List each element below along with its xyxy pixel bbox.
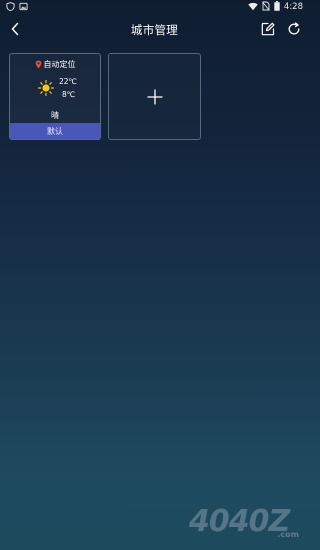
plus-icon	[146, 88, 163, 105]
notification-shield-icon	[6, 2, 15, 13]
temperature-high: 22℃	[59, 77, 77, 86]
status-bar: 4:28	[0, 0, 309, 14]
watermark-suffix: .com	[277, 530, 299, 539]
status-right-icons: 4:28	[248, 1, 303, 13]
no-sim-icon	[262, 1, 270, 13]
add-city-button[interactable]	[108, 53, 201, 140]
battery-icon	[274, 1, 280, 13]
watermark-text: 4040Z	[189, 504, 290, 539]
app-header: 城市管理	[0, 14, 309, 46]
default-label: 默认	[47, 126, 63, 136]
city-name: 自动定位	[43, 60, 76, 69]
clock-time: 4:28	[283, 2, 303, 12]
city-card-auto-location[interactable]: 自动定位 晴 默认	[9, 53, 101, 140]
refresh-icon	[288, 22, 300, 35]
watermark-logo: 4040Z .com	[189, 504, 299, 542]
temperature-low: 8℃	[62, 90, 76, 99]
status-left-icons	[6, 2, 28, 13]
edit-button[interactable]	[259, 20, 277, 38]
wifi-icon	[248, 2, 258, 13]
weather-condition: 晴	[51, 111, 59, 120]
edit-icon	[261, 22, 275, 36]
default-city-badge: 默认	[10, 123, 100, 139]
city-location: 自动定位	[10, 59, 100, 70]
refresh-button[interactable]	[285, 20, 303, 38]
gallery-notification-icon	[19, 2, 28, 13]
sun-icon	[38, 80, 54, 96]
location-pin-icon	[35, 60, 41, 69]
